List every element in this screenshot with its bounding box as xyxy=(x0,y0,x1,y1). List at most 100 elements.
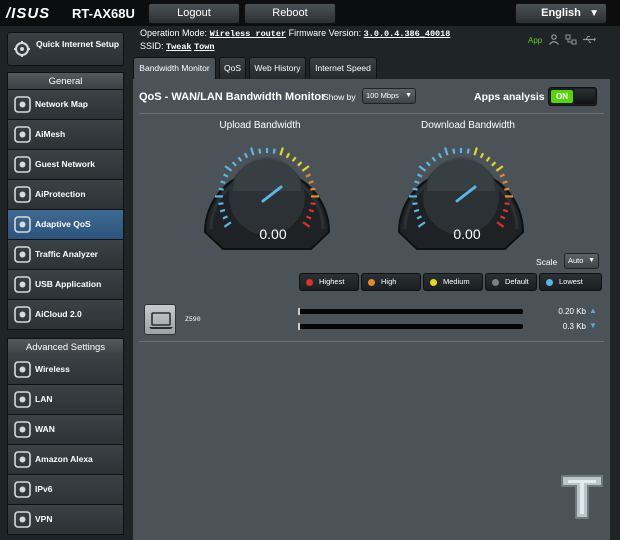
gauge-glare xyxy=(233,157,301,191)
upload-arrow-icon: ▲ xyxy=(589,306,597,315)
download-bandwidth-title: Download Bandwidth xyxy=(421,120,515,131)
operation-mode-link[interactable]: Wireless router xyxy=(210,29,287,39)
sidebar-item-aicloud-2-0[interactable]: AiCloud 2.0 xyxy=(7,300,124,330)
gauge-tick xyxy=(414,180,420,185)
gauge-tick xyxy=(444,147,449,156)
tab-internet-speed[interactable]: Internet Speed xyxy=(309,57,377,79)
gauge-glare xyxy=(427,157,495,191)
ssid-link-1[interactable]: Tweak xyxy=(166,42,192,52)
gauge-tick xyxy=(466,148,470,154)
language-select[interactable]: English ▼ xyxy=(515,3,607,24)
legend-label: Default xyxy=(505,277,529,286)
status-info: Operation Mode: Wireless router Firmware… xyxy=(140,27,450,53)
sidebar-item-wireless[interactable]: Wireless xyxy=(7,355,124,385)
sidebar-item-guest-network[interactable]: Guest Network xyxy=(7,150,124,180)
download-bar-fill xyxy=(298,323,300,330)
gauge-tick xyxy=(308,208,315,213)
sidebar-item-label: LAN xyxy=(35,394,53,404)
client-name: Z590 xyxy=(185,316,201,323)
traffic-analyzer-icon xyxy=(13,245,32,264)
sidebar-item-lan[interactable]: LAN xyxy=(7,385,124,415)
gauge-tick xyxy=(305,173,311,178)
wireless-icon xyxy=(13,360,32,379)
toggle-on-label: ON xyxy=(551,90,573,103)
show-by-select[interactable]: 100 Mbps ▼ xyxy=(362,88,416,104)
quick-setup-icon xyxy=(13,40,31,58)
gauge-tick xyxy=(502,180,508,185)
toggle-knob xyxy=(574,89,595,104)
legend-default: Default xyxy=(485,273,537,291)
gauge-tick xyxy=(437,152,443,159)
laptop-icon[interactable] xyxy=(144,304,176,335)
gauge-tick xyxy=(479,152,485,159)
download-rate: 0.3 Kb xyxy=(562,322,586,331)
gauge-tick xyxy=(452,148,456,154)
sidebar-item-wan[interactable]: WAN xyxy=(7,415,124,445)
wan-icon xyxy=(13,420,32,439)
tab-bandwidth-monitor[interactable]: Bandwidth Monitor xyxy=(133,57,216,79)
ssid-link-2[interactable]: Town xyxy=(194,42,214,52)
show-by-value: 100 Mbps xyxy=(366,91,399,100)
sidebar-item-label: Network Map xyxy=(35,99,88,109)
sidebar-item-traffic-analyzer[interactable]: Traffic Analyzer xyxy=(7,240,124,270)
gauge-tick xyxy=(431,156,437,162)
general-nav: Network Map AiMesh Guest Network AiProtecti… xyxy=(7,90,124,330)
amazon-alexa-icon xyxy=(13,450,32,469)
sidebar-item-label: VPN xyxy=(35,514,53,524)
sidebar-item-label: Wireless xyxy=(35,364,70,374)
divider xyxy=(139,341,604,342)
sidebar-item-label: Amazon Alexa xyxy=(35,454,93,464)
app-link[interactable]: App xyxy=(528,36,542,45)
gauge-tick xyxy=(412,202,418,206)
ipv6-icon xyxy=(13,480,32,499)
usb-icon[interactable] xyxy=(582,34,596,45)
logout-button[interactable]: Logout xyxy=(148,3,240,24)
legend-dot xyxy=(430,279,437,286)
gauge-tick xyxy=(224,165,233,172)
sidebar-item-network-map[interactable]: Network Map xyxy=(7,90,124,120)
legend-label: Medium xyxy=(443,277,470,286)
advanced-settings-title: Advanced Settings xyxy=(7,338,124,356)
sidebar-item-label: Guest Network xyxy=(35,159,95,169)
sidebar-item-vpn[interactable]: VPN xyxy=(7,505,124,535)
clients-icon[interactable] xyxy=(548,34,560,45)
aimesh-icon xyxy=(13,125,32,144)
adaptive-qos-icon xyxy=(13,215,32,234)
network-status-icon[interactable] xyxy=(565,34,577,45)
usb-application-icon xyxy=(13,275,32,294)
gauge-tick xyxy=(218,202,224,206)
gauge-tick xyxy=(504,187,510,191)
tweaktown-logo xyxy=(561,475,603,519)
sidebar-item-aimesh[interactable]: AiMesh xyxy=(7,120,124,150)
apps-analysis-toggle[interactable]: ON xyxy=(548,87,597,106)
quick-internet-setup[interactable]: Quick Internet Setup xyxy=(7,32,124,66)
tab-web-history[interactable]: Web History xyxy=(249,57,306,79)
gauge-tick xyxy=(491,161,497,167)
sidebar-item-adaptive-qos[interactable]: Adaptive QoS xyxy=(7,210,124,240)
firmware-link[interactable]: 3.0.0.4.386_40018 xyxy=(364,29,451,39)
scale-select[interactable]: Auto ▼ xyxy=(564,253,599,269)
quick-setup-label: Quick Internet Setup xyxy=(36,39,120,49)
gauge-tick xyxy=(502,208,509,213)
gauge-tick xyxy=(237,156,243,162)
top-bar: /ISUS RT-AX68U Logout Reboot English ▼ xyxy=(0,0,620,26)
page-title: QoS - WAN/LAN Bandwidth Monitor xyxy=(139,91,326,103)
gauge-tick xyxy=(243,152,249,159)
tab-qos[interactable]: QoS xyxy=(219,57,246,79)
reboot-button[interactable]: Reboot xyxy=(244,3,336,24)
legend-lowest: Lowest xyxy=(539,273,602,291)
sidebar-item-aiprotection[interactable]: AiProtection xyxy=(7,180,124,210)
chevron-down-icon: ▼ xyxy=(588,257,595,264)
language-value: English xyxy=(541,7,581,19)
sidebar-item-usb-application[interactable]: USB Application xyxy=(7,270,124,300)
sidebar-item-label: Adaptive QoS xyxy=(35,219,91,229)
scale-label: Scale xyxy=(536,257,558,267)
legend-dot xyxy=(492,279,499,286)
sidebar-item-amazon-alexa[interactable]: Amazon Alexa xyxy=(7,445,124,475)
chevron-down-icon: ▼ xyxy=(405,92,412,99)
chevron-down-icon: ▼ xyxy=(589,8,599,19)
gauge-tick xyxy=(272,148,276,154)
legend-label: Lowest xyxy=(559,277,583,286)
legend-highest: Highest xyxy=(299,273,359,291)
sidebar-item-ipv6[interactable]: IPv6 xyxy=(7,475,124,505)
